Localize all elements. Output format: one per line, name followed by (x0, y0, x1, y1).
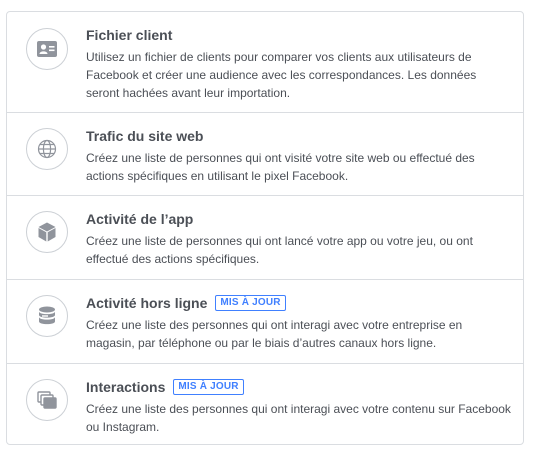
option-website-traffic[interactable]: Trafic du site web Créez une liste de pe… (7, 113, 523, 196)
cube-icon (26, 211, 68, 253)
option-app-activity[interactable]: Activité de l’app Créez une liste de per… (7, 196, 523, 280)
option-description: Créez une liste des personnes qui ont in… (86, 318, 463, 350)
option-customer-file[interactable]: Fichier client Utilisez un fichier de cl… (7, 12, 523, 113)
option-engagement[interactable]: Interactions MIS À JOUR Créez une liste … (7, 364, 523, 445)
database-icon (26, 295, 68, 337)
option-title: Trafic du site web (86, 128, 204, 144)
option-description: Créez une liste de personnes qui ont vis… (86, 151, 475, 183)
option-title: Activité hors ligne (86, 295, 208, 311)
option-title: Interactions (86, 379, 166, 395)
contact-card-icon (26, 28, 68, 70)
option-description: Utilisez un fichier de clients pour comp… (86, 50, 477, 100)
option-title: Activité de l’app (86, 211, 194, 227)
audience-source-list: Fichier client Utilisez un fichier de cl… (6, 11, 524, 445)
option-offline-activity[interactable]: Activité hors ligne MIS À JOUR Créez une… (7, 280, 523, 364)
option-title: Fichier client (86, 27, 173, 43)
option-description: Créez une liste des personnes qui ont in… (86, 402, 511, 434)
updated-badge: MIS À JOUR (173, 379, 244, 395)
updated-badge: MIS À JOUR (215, 295, 286, 311)
option-description: Créez une liste de personnes qui ont lan… (86, 234, 473, 266)
stacked-cards-icon (26, 379, 68, 421)
globe-icon (26, 128, 68, 170)
